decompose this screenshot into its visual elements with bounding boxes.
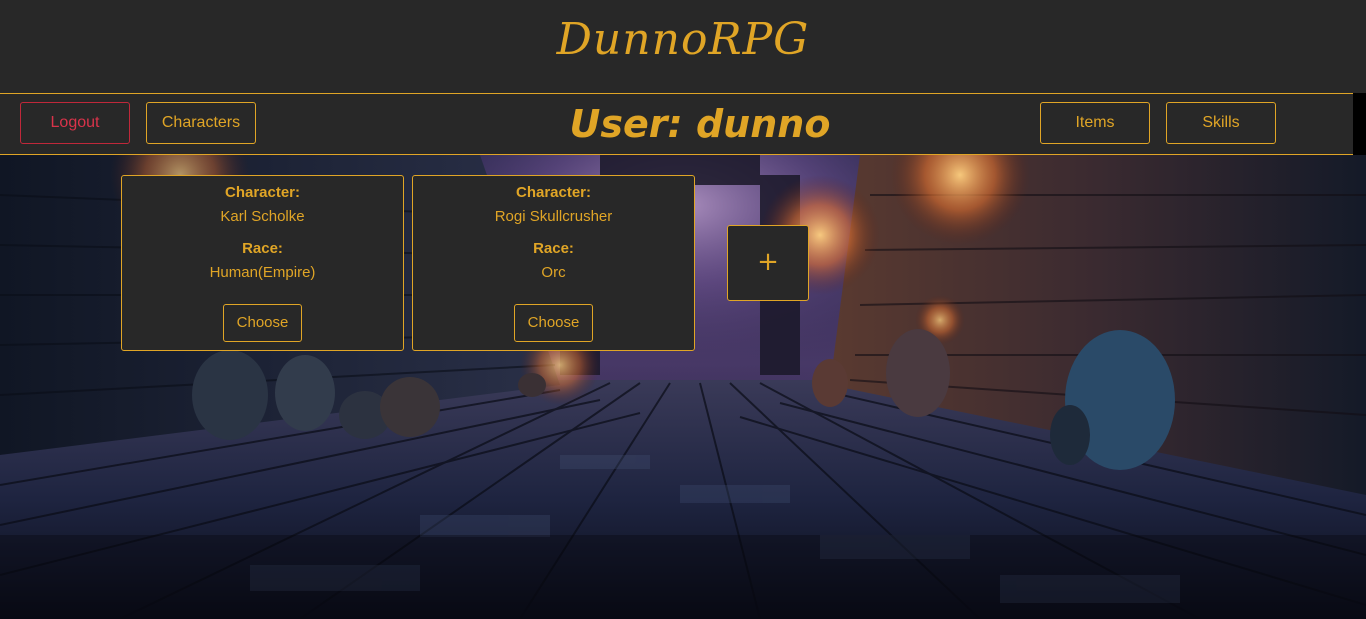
character-card: Character: Karl Scholke Race: Human(Empi… [121,175,404,351]
choose-character-button[interactable]: Choose [223,304,302,342]
character-label: Character: [224,184,301,201]
race-label: Race: [242,240,283,257]
character-card: Character: Rogi Skullcrusher Race: Orc C… [412,175,695,351]
race-label: Race: [533,240,574,257]
top-navbar: Logout Characters User: dunno Items Skil… [0,93,1353,155]
character-name: Karl Scholke [220,208,305,225]
app-title: DunnoRPG [556,14,810,65]
logout-button[interactable]: Logout [20,102,130,144]
character-race: Human(Empire) [209,264,316,281]
skills-button[interactable]: Skills [1166,102,1276,144]
character-race: Orc [541,264,566,281]
page-edge-strip [1353,93,1366,155]
user-title: User: dunno [569,102,831,146]
character-label: Character: [515,184,592,201]
add-character-button[interactable]: + [727,225,809,301]
dungeon-background: Character: Karl Scholke Race: Human(Empi… [0,155,1366,619]
characters-button[interactable]: Characters [146,102,256,144]
choose-character-button[interactable]: Choose [514,304,593,342]
items-button[interactable]: Items [1040,102,1150,144]
app-header: DunnoRPG [0,0,1366,93]
character-name: Rogi Skullcrusher [494,208,613,225]
